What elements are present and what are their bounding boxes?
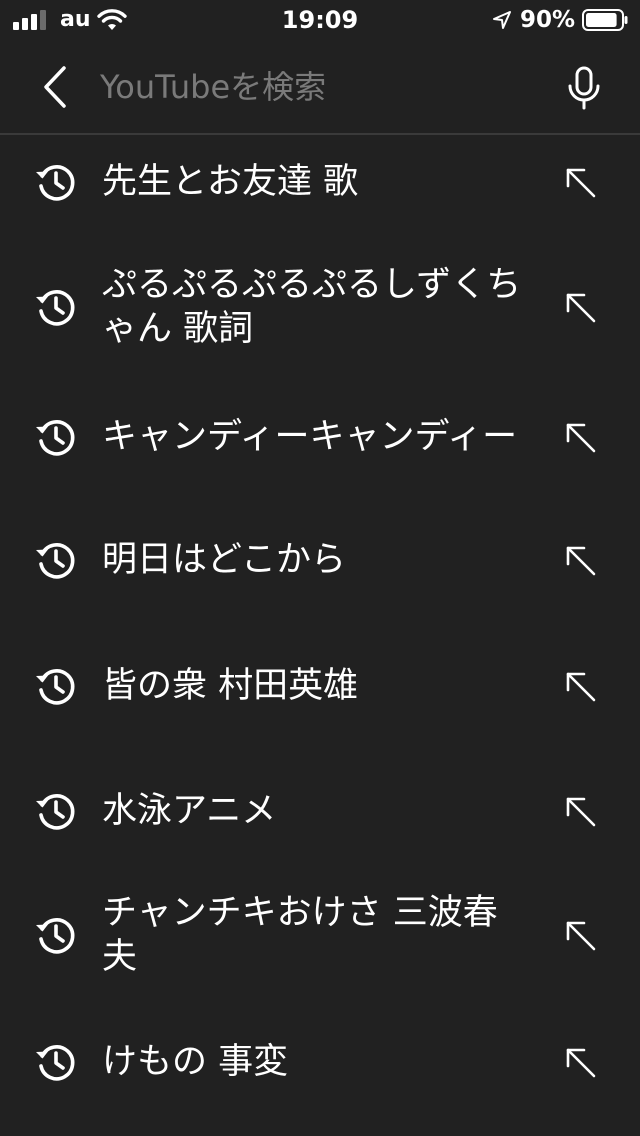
battery-percent: 90%	[520, 7, 576, 33]
suggestion-item[interactable]: 皆の衆 村田英雄	[0, 631, 640, 741]
suggestion-text: チャンチキおけさ 三波春夫	[102, 893, 498, 977]
suggestion-item[interactable]: ぷるぷるぷるぷるしずくちゃん 歌詞	[0, 252, 640, 362]
status-bar: au 19:09 90%	[0, 0, 640, 40]
history-icon	[36, 918, 75, 954]
history-icon	[36, 165, 75, 201]
history-icon	[36, 1045, 75, 1081]
suggestion-text: 水泳アニメ	[102, 791, 277, 831]
history-icon	[36, 543, 75, 579]
arrow-up-left-icon[interactable]	[560, 791, 600, 831]
suggestion-item[interactable]: チャンチキおけさ 三波春夫	[0, 880, 640, 990]
location-arrow-icon	[493, 11, 511, 29]
suggestion-text: けもの 事変	[102, 1042, 289, 1082]
arrow-up-left-icon[interactable]	[560, 666, 600, 706]
suggestion-text: 明日はどこから	[102, 540, 346, 580]
suggestion-text: 皆の衆 村田英雄	[102, 666, 359, 706]
suggestion-item[interactable]: 先生とお友達 歌	[0, 127, 640, 237]
arrow-up-left-icon[interactable]	[560, 540, 600, 580]
battery-icon	[582, 9, 628, 31]
suggestion-text: ぷるぷるぷるぷるしずくちゃん 歌詞	[102, 265, 522, 349]
search-input[interactable]	[100, 62, 540, 112]
arrow-up-left-icon[interactable]	[560, 162, 600, 202]
back-button[interactable]: back	[30, 62, 80, 112]
suggestion-item[interactable]: キャンディーキャンディー	[0, 382, 640, 492]
history-icon	[36, 420, 75, 456]
history-icon	[36, 290, 75, 326]
suggestion-text: キャンディーキャンディー	[102, 417, 518, 457]
suggestion-text: 先生とお友達 歌	[102, 162, 359, 202]
history-icon	[36, 669, 75, 705]
arrow-up-left-icon[interactable]	[560, 1042, 600, 1082]
search-header: back mic	[0, 40, 640, 135]
arrow-up-left-icon[interactable]	[560, 417, 600, 457]
suggestion-item[interactable]: けもの 事変	[0, 1007, 640, 1117]
suggestion-item[interactable]: 明日はどこから	[0, 505, 640, 615]
arrow-up-left-icon[interactable]	[560, 287, 600, 327]
suggestion-item[interactable]: 水泳アニメ	[0, 756, 640, 866]
history-icon	[36, 794, 75, 830]
arrow-up-left-icon[interactable]	[560, 915, 600, 955]
microphone-button[interactable]: mic	[560, 64, 608, 112]
